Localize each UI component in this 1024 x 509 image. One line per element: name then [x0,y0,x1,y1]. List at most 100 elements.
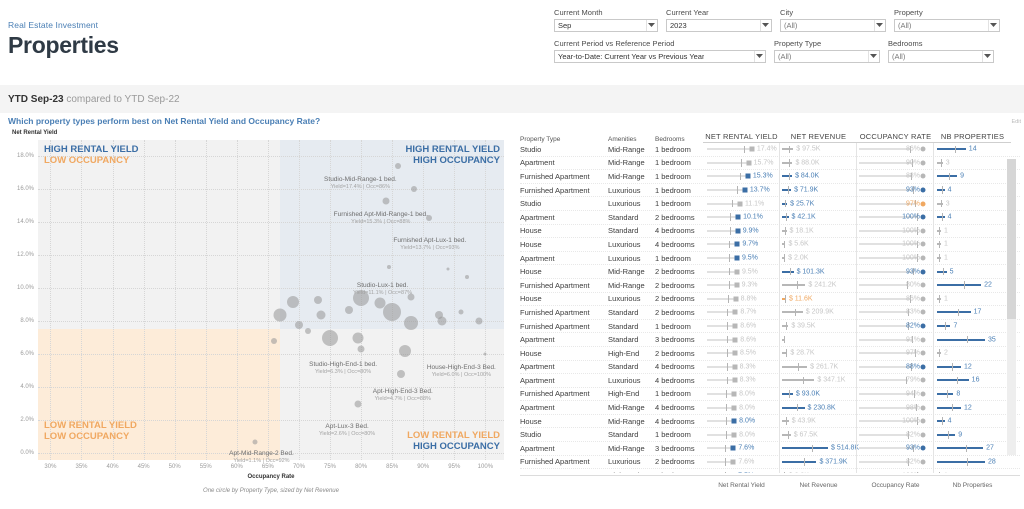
cell-occupancy-rate[interactable]: 93% [857,264,934,279]
cell-net-rental-yield[interactable]: 11.1% [703,196,780,211]
cell-occupancy-rate[interactable]: 100% [857,414,934,428]
column-header-metric[interactable]: OCCUPANCY RATE [857,132,934,143]
table-row[interactable]: Apartment Mid-Range 3 bedrooms 7.6% $ 514.8K… [520,441,1020,456]
column-header-dimension[interactable]: Bedrooms [655,136,703,143]
cell-net-revenue[interactable]: $ 2.0K [780,251,857,265]
cell-nb-properties[interactable]: 3 [934,197,1011,211]
cell-net-rental-yield[interactable]: 8.5% [703,346,780,360]
scatter-bubble[interactable] [313,296,322,304]
chevron-down-icon[interactable] [868,51,877,62]
table-row[interactable]: Studio Mid-Range 1 bedroom 17.4% $ 97.5K 86% 1… [520,143,1020,157]
scatter-bubble[interactable] [252,439,258,445]
scatter-bubble[interactable] [352,332,364,344]
cell-net-revenue[interactable]: $ 43.9K [780,414,857,428]
cell-occupancy-rate[interactable]: 100% [857,210,934,225]
table-row[interactable]: House High-End 2 bedrooms 8.5% $ 28.7K 97% 2 [520,346,1020,361]
column-header-dimension[interactable]: Property Type [520,136,608,143]
cell-net-rental-yield[interactable]: 9.7% [703,237,780,252]
cell-occupancy-rate[interactable]: 82% [857,427,934,442]
cell-net-rental-yield[interactable]: 9.5% [703,251,780,265]
cell-net-revenue[interactable]: $ 93.0K [780,387,857,401]
table-row[interactable]: Furnished Apartment Luxurious 1 bedroom 13.… [520,183,1020,198]
cell-net-revenue[interactable]: $ 230.8K [780,400,857,415]
table-row[interactable]: Apartment Mid-Range 4 bedrooms 8.0% $ 230.8K… [520,400,1020,415]
cell-nb-properties[interactable]: 4 [934,210,1011,224]
cell-net-rental-yield[interactable]: 8.0% [703,387,780,401]
cell-nb-properties[interactable]: 9 [934,170,1011,184]
cell-net-rental-yield[interactable]: 9.5% [703,264,780,279]
scatter-plot-area[interactable]: 0.0% 2.0% 4.0% 6.0% 8.0% 10.0% 12.0% 14.0% 16.0%… [17,140,504,494]
cell-occupancy-rate[interactable]: 100% [857,224,934,238]
cell-net-rental-yield[interactable]: 8.0% [703,414,780,428]
table-row[interactable]: Studio Luxurious 1 bedroom 11.1% $ 25.7K 97% 3 [520,196,1020,211]
cell-occupancy-rate[interactable]: 80% [857,278,934,293]
table-row[interactable]: House Mid-Range 2 bedrooms 9.5% $ 101.3K 93% 5 [520,264,1020,279]
table-row[interactable]: Furnished Apartment Mid-Range 2 bedrooms 9.… [520,278,1020,293]
cell-net-revenue[interactable]: $ 71.9K [780,183,857,197]
chevron-down-icon[interactable] [982,51,991,62]
table-row[interactable]: Furnished Apartment Standard 2 bedrooms 8.7… [520,305,1020,320]
table-row[interactable]: House Luxurious 2 bedrooms 8.8% $ 11.6K 86% 1 [520,292,1020,307]
cell-nb-properties[interactable]: 5 [934,265,1011,279]
cell-net-rental-yield[interactable]: 8.0% [703,427,780,442]
current-year-select[interactable]: 2023 [666,19,772,32]
cell-net-revenue[interactable]: $ 39.5K [780,319,857,333]
cell-nb-properties[interactable]: 4 [934,183,1011,197]
cell-occupancy-rate[interactable]: 93% [857,441,934,456]
column-header-dimension[interactable]: Amenities [608,136,655,143]
scatter-bubble[interactable] [458,309,463,315]
cell-net-rental-yield[interactable]: 8.6% [703,332,780,347]
table-row[interactable]: Furnished Apartment Luxurious 2 bedrooms 7.… [520,455,1020,470]
cell-net-rental-yield[interactable]: 8.3% [703,373,780,388]
scatter-bubble[interactable] [271,338,278,345]
cell-nb-properties[interactable]: 7 [934,319,1011,333]
cell-net-revenue[interactable]: $ 67.5K [780,427,857,442]
table-row[interactable]: Apartment Standard 2 bedrooms 10.1% $ 42.1K 1… [520,210,1020,225]
cell-net-revenue[interactable]: $ 209.9K [780,305,857,320]
cell-net-revenue[interactable]: $ 5.6K [780,237,857,252]
table-row[interactable]: Apartment Standard 3 bedrooms 8.6% 91% 35 [520,332,1020,347]
cell-net-revenue[interactable]: $ 101.3K [780,264,857,279]
scatter-bubble[interactable] [395,163,402,170]
table-scrollbar[interactable] [1007,159,1016,455]
cell-occupancy-rate[interactable]: 88% [857,360,934,374]
table-row[interactable]: Apartment Standard 4 bedrooms 8.3% $ 261.7K 8… [520,360,1020,375]
cell-occupancy-rate[interactable]: 100% [857,237,934,252]
cell-net-revenue[interactable]: $ 514.8K [780,441,859,456]
cell-net-rental-yield[interactable]: 15.7% [703,156,780,170]
scatter-bubble[interactable] [397,370,406,379]
cell-nb-properties[interactable]: 12 [934,401,1011,415]
cell-nb-properties[interactable]: 8 [934,387,1011,401]
cell-net-rental-yield[interactable]: 7.6% [703,455,780,469]
chevron-down-icon[interactable] [646,20,655,31]
period-compare-select[interactable]: Year-to-Date: Current Year vs Previous Y… [554,50,766,63]
cell-net-rental-yield[interactable]: 7.5% [703,468,780,473]
column-header-metric[interactable]: NET RENTAL YIELD [703,132,780,143]
scatter-bubble[interactable] [322,329,339,346]
cell-net-revenue[interactable]: $ 84.0K [780,169,857,184]
bedrooms-select[interactable]: (All) [888,50,994,63]
cell-net-rental-yield[interactable]: 8.7% [703,305,780,320]
cell-occupancy-rate[interactable]: 86% [857,292,934,306]
city-select[interactable]: (All) [780,19,886,32]
cell-net-revenue[interactable]: $ 11.6K [780,292,857,306]
cell-net-revenue[interactable]: $ 347.1K [780,373,857,388]
table-row[interactable]: House Mid-Range 4 bedrooms 8.0% $ 43.9K 100% 4 [520,414,1020,429]
cell-occupancy-rate[interactable]: 94% [857,387,934,401]
cell-occupancy-rate[interactable]: 82% [857,319,934,333]
scatter-bubble[interactable] [387,265,392,269]
cell-nb-properties[interactable]: 4 [934,414,1011,428]
chevron-down-icon[interactable] [754,51,763,62]
property-type-select[interactable]: (All) [774,50,880,63]
cell-nb-properties[interactable]: 3 [934,156,1011,170]
cell-net-rental-yield[interactable]: 15.3% [703,169,780,184]
cell-occupancy-rate[interactable]: 86% [857,143,934,157]
scatter-bubble[interactable] [398,345,411,358]
cell-nb-properties[interactable]: 1 [934,469,1011,473]
cell-net-revenue[interactable]: $ 18.1K [780,224,857,238]
table-row[interactable]: House Standard 4 bedrooms 9.9% $ 18.1K 100% 1 [520,224,1020,239]
scatter-bubble[interactable] [464,274,469,279]
table-row[interactable]: Apartment Mid-Range 1 bedroom 15.7% $ 88.0K 9… [520,156,1020,171]
cell-net-rental-yield[interactable]: 8.6% [703,319,780,333]
cell-net-revenue[interactable] [780,332,857,347]
